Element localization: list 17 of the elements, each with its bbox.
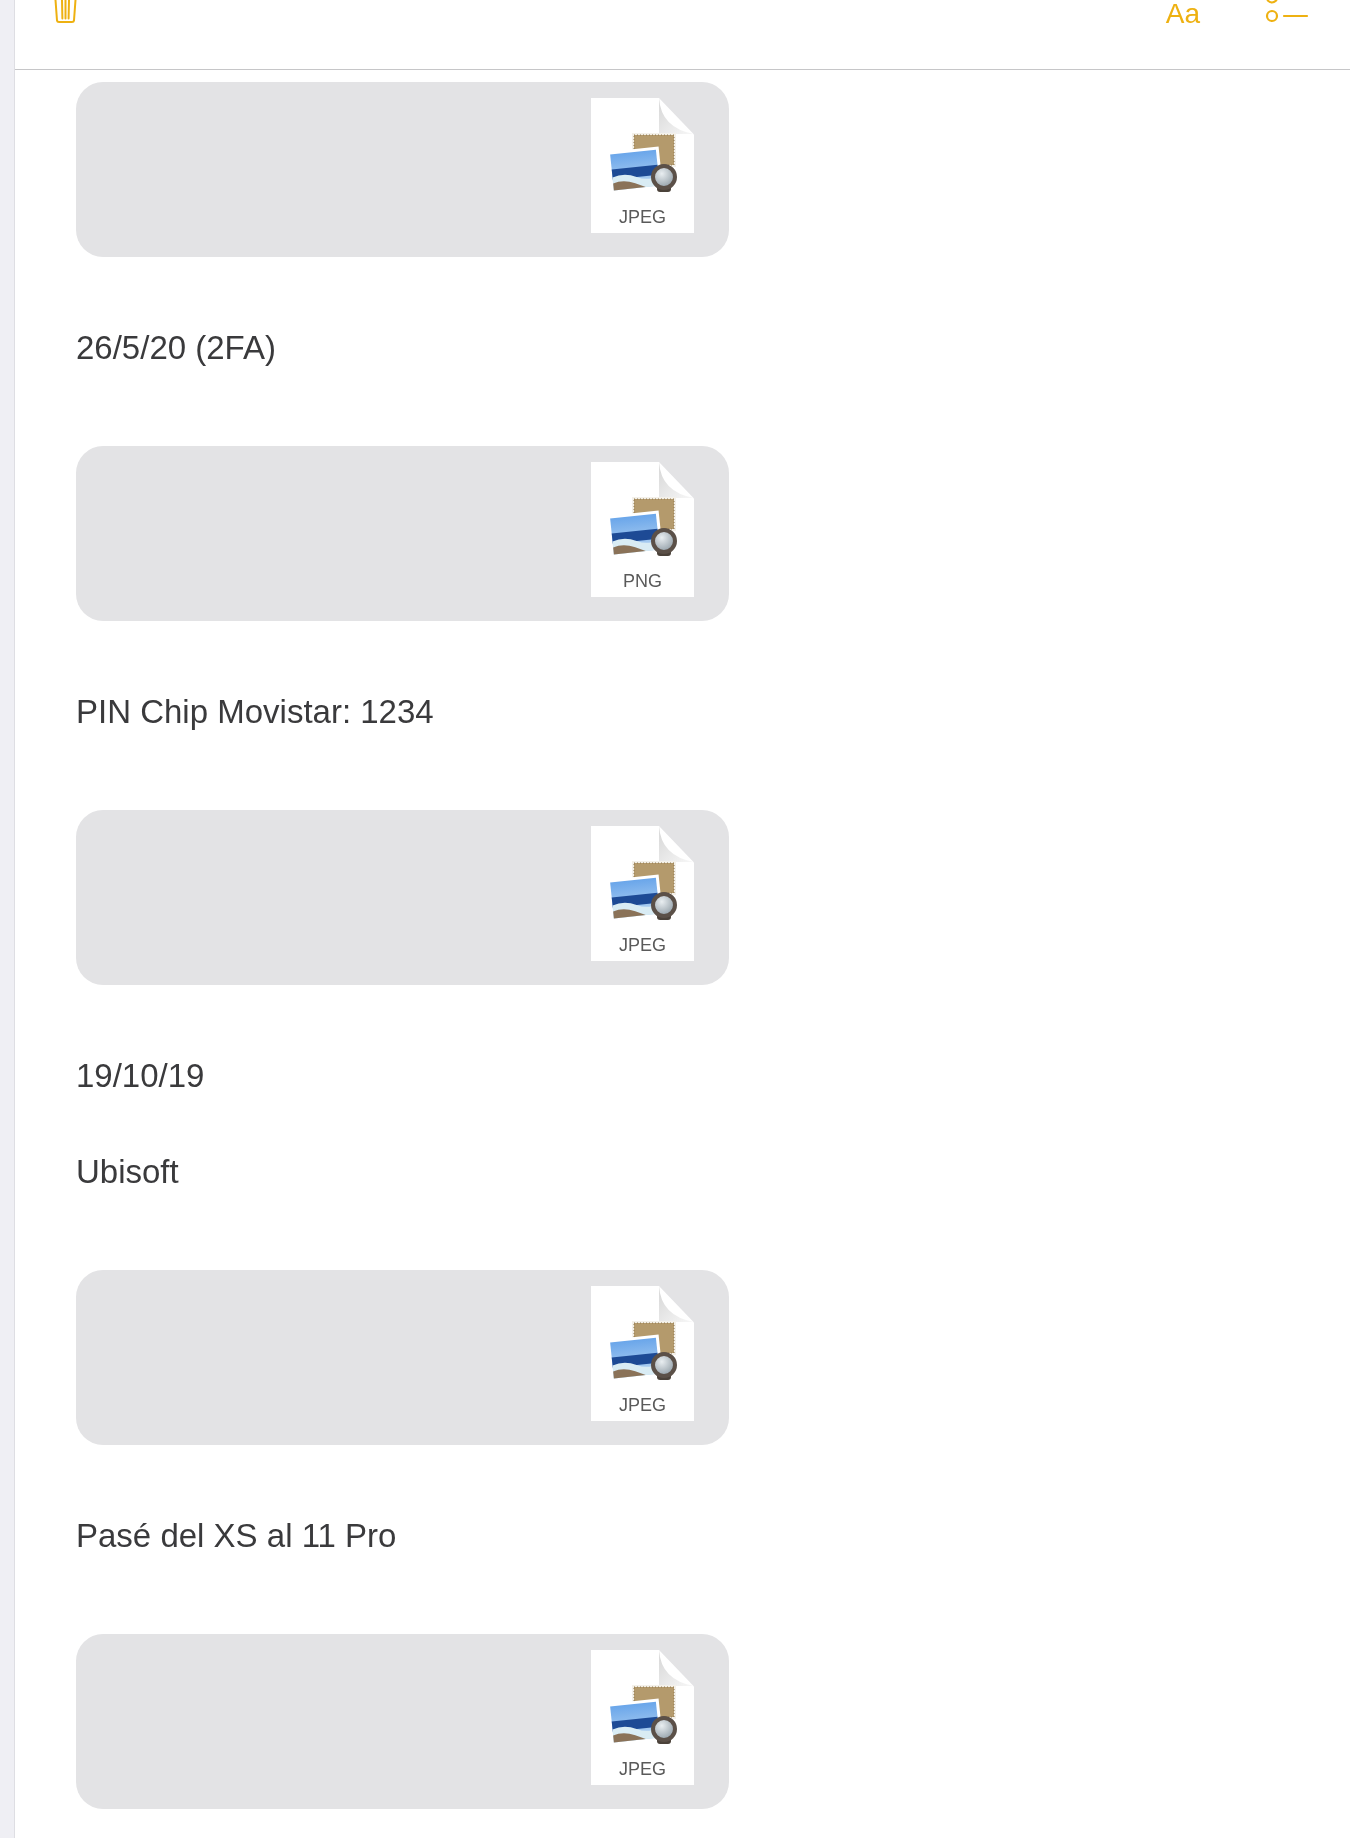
file-type-label: JPEG [619,1759,666,1779]
checklist-icon[interactable] [1264,0,1310,24]
note-text: Pasé del XS al 11 Pro [76,1516,397,1556]
trash-icon[interactable] [52,0,79,23]
file-type-label: JPEG [619,207,666,227]
note-text: Ubisoft [76,1152,179,1192]
note-text: 19/10/19 [76,1056,205,1096]
note-text: 26/5/20 (2FA) [76,328,276,368]
file-type-label: PNG [623,571,662,591]
image-attachment[interactable]: PNG [76,446,729,621]
note-text: PIN Chip Movistar: 1234 [76,692,434,732]
image-attachment[interactable]: JPEG [76,1634,729,1809]
image-attachment[interactable]: JPEG [76,82,729,257]
image-attachment[interactable]: JPEG [76,1270,729,1445]
image-attachment[interactable]: JPEG [76,810,729,985]
file-type-label: JPEG [619,1395,666,1415]
file-type-label: JPEG [619,935,666,955]
